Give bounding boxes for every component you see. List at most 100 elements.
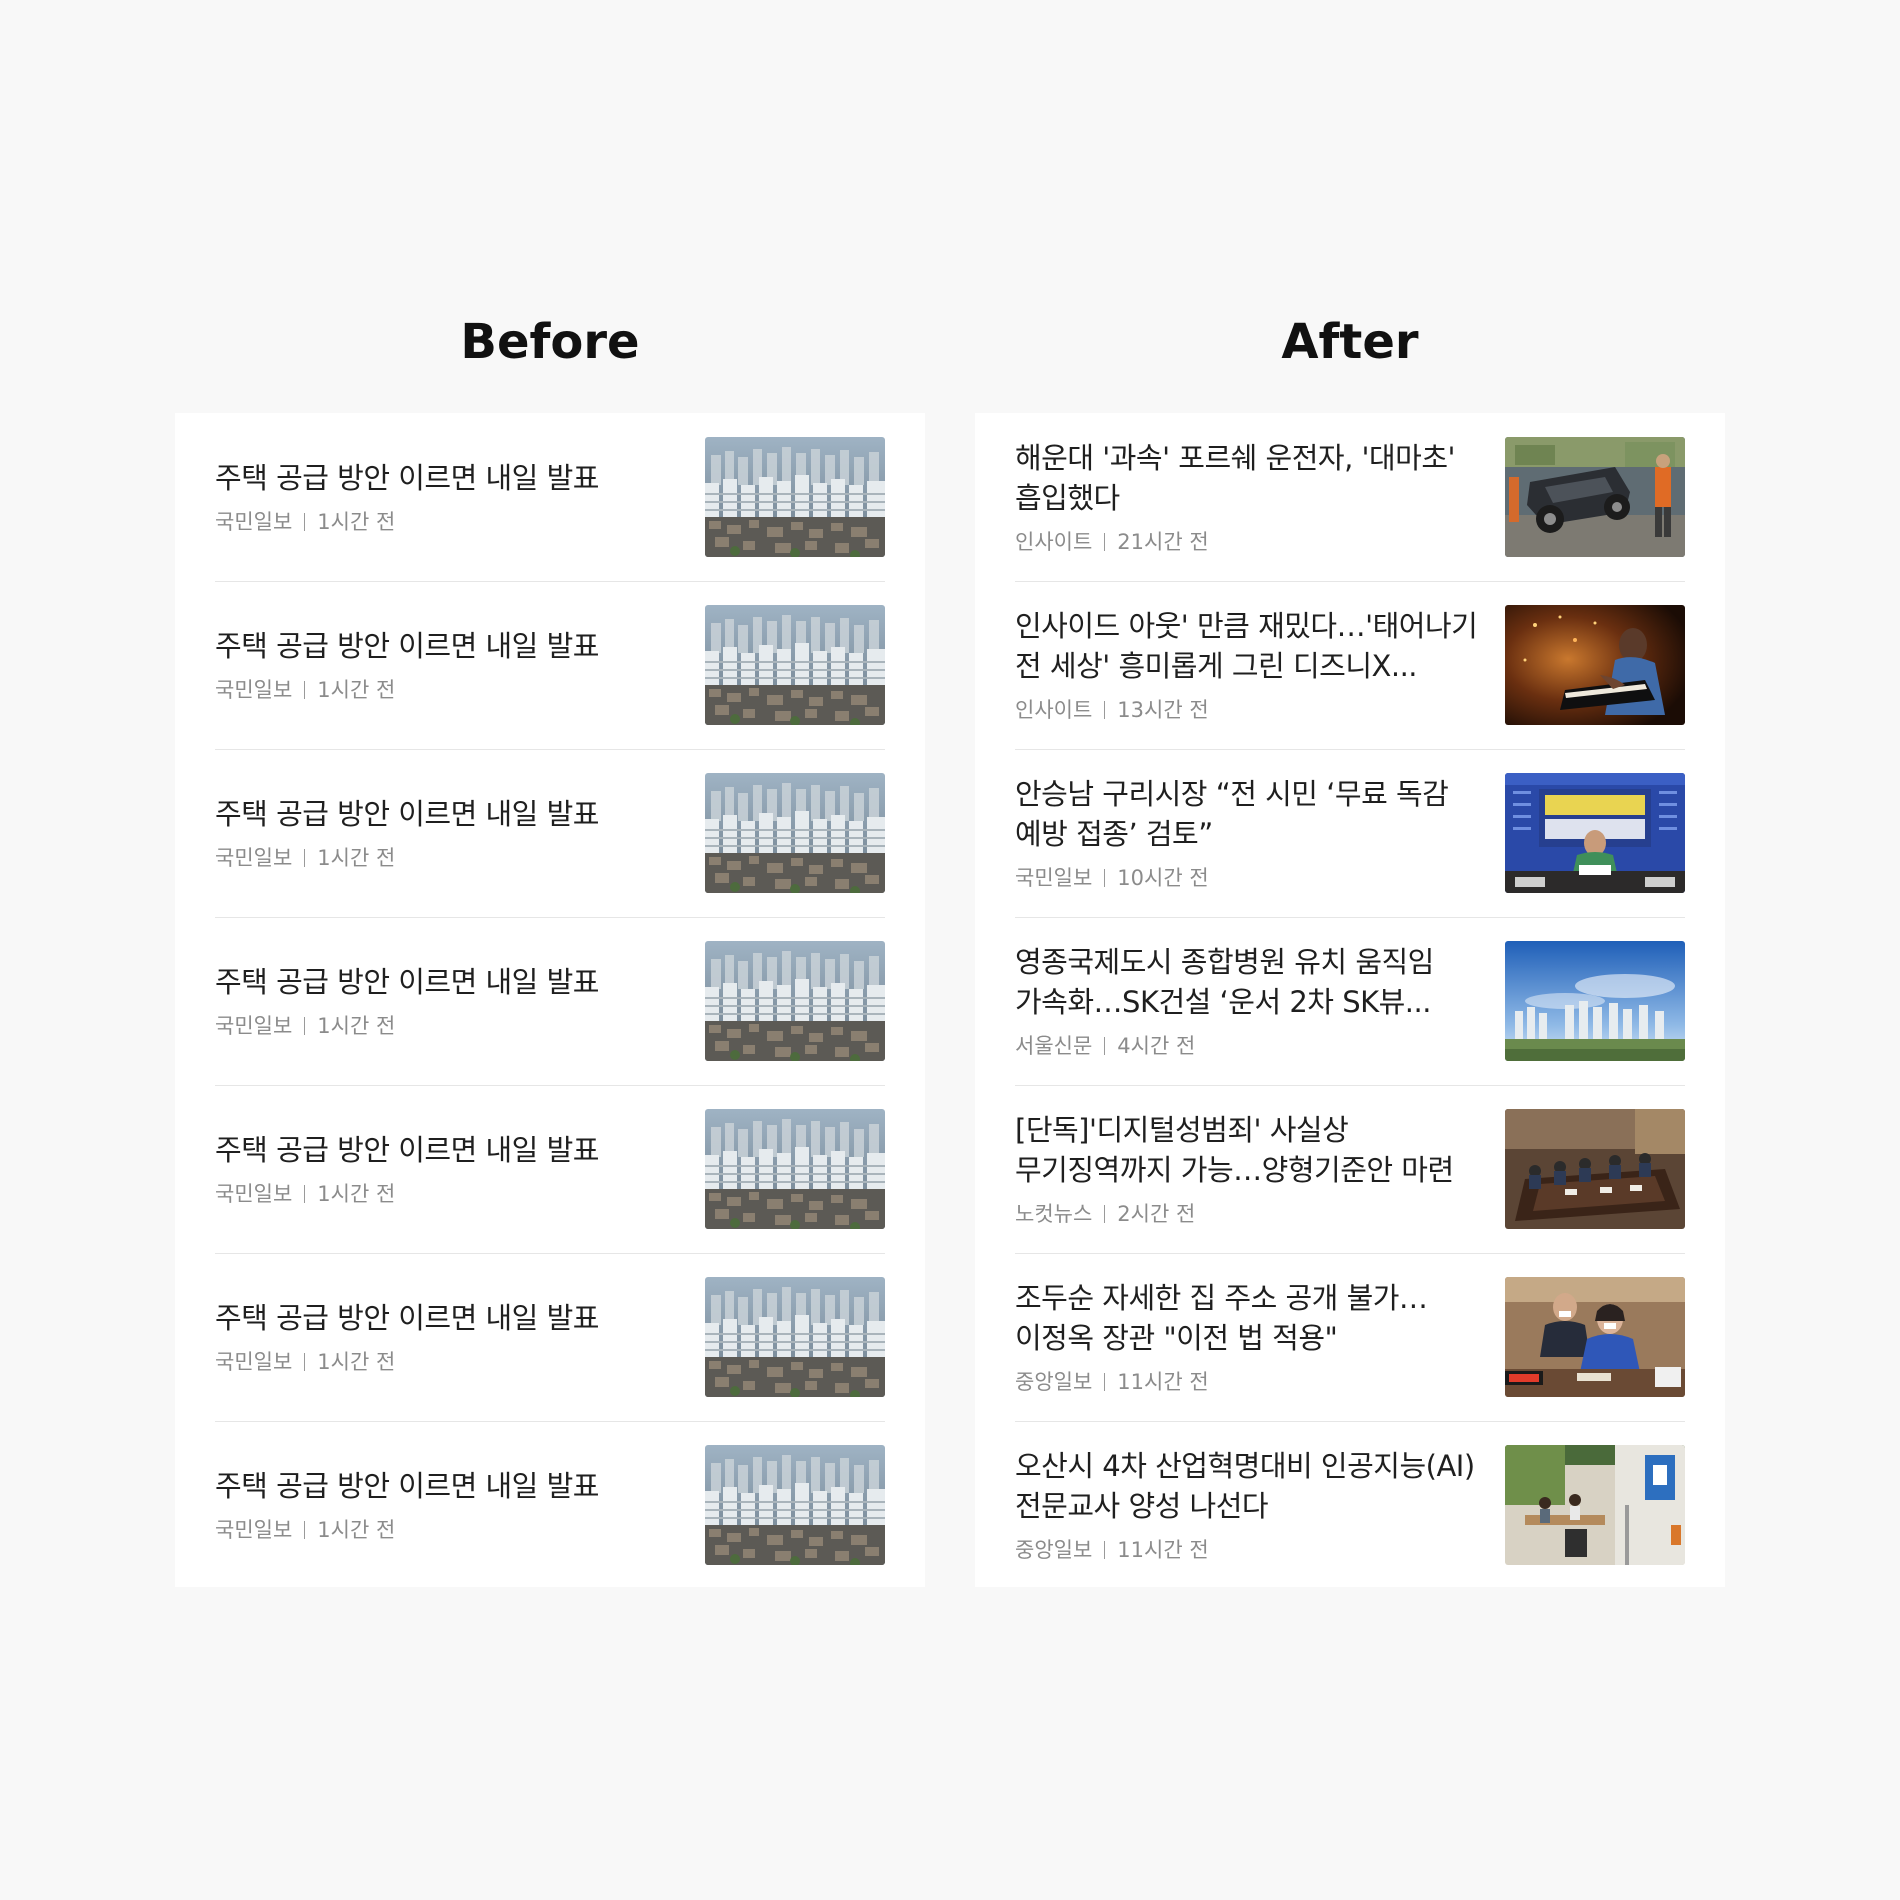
news-time: 21시간 전 — [1117, 530, 1209, 554]
news-list-item[interactable]: 주택 공급 방안 이르면 내일 발표 국민일보 1시간 전 — [215, 1421, 885, 1589]
news-time: 1시간 전 — [317, 1518, 396, 1542]
news-meta: 중앙일보 11시간 전 — [1015, 1536, 1485, 1564]
news-list-item[interactable]: [단독]'디지털성범죄' 사실상 무기징역까지 가능…양형기준안 마련 노컷뉴스… — [1015, 1085, 1685, 1253]
news-time: 1시간 전 — [317, 510, 396, 534]
news-source: 국민일보 — [215, 510, 293, 534]
news-time: 11시간 전 — [1117, 1370, 1209, 1394]
apartment-city-thumbnail[interactable] — [705, 605, 885, 725]
news-source: 노컷뉴스 — [1015, 1202, 1093, 1226]
news-list-item[interactable]: 주택 공급 방안 이르면 내일 발표 국민일보 1시간 전 — [215, 413, 885, 581]
meta-separator — [1104, 869, 1106, 887]
apartment-city-thumbnail[interactable] — [705, 1277, 885, 1397]
piano-animation-thumbnail[interactable] — [1505, 605, 1685, 725]
news-headline[interactable]: 주택 공급 방안 이르면 내일 발표 — [215, 1298, 685, 1338]
news-meta: 국민일보 1시간 전 — [215, 1012, 685, 1040]
meta-separator — [304, 681, 306, 699]
news-meta: 국민일보 1시간 전 — [215, 1516, 685, 1544]
news-list-item[interactable]: 주택 공급 방안 이르면 내일 발표 국민일보 1시간 전 — [215, 917, 885, 1085]
classroom-thumbnail[interactable] — [1505, 1445, 1685, 1565]
apartment-city-thumbnail[interactable] — [705, 1445, 885, 1565]
news-time: 10시간 전 — [1117, 866, 1209, 890]
meta-separator — [1104, 1373, 1106, 1391]
news-text: [단독]'디지털성범죄' 사실상 무기징역까지 가능…양형기준안 마련 노컷뉴스… — [1015, 1085, 1485, 1253]
news-text: 주택 공급 방안 이르면 내일 발표 국민일보 1시간 전 — [215, 1253, 685, 1421]
news-list-item[interactable]: 주택 공급 방안 이르면 내일 발표 국민일보 1시간 전 — [215, 749, 885, 917]
apartment-city-thumbnail[interactable] — [705, 1109, 885, 1229]
news-list-item[interactable]: 영종국제도시 종합병원 유치 움직임 가속화…SK건설 ‘운서 2차 SK뷰..… — [1015, 917, 1685, 1085]
news-text: 영종국제도시 종합병원 유치 움직임 가속화…SK건설 ‘운서 2차 SK뷰..… — [1015, 917, 1485, 1085]
meta-separator — [304, 1521, 306, 1539]
news-text: 인사이드 아웃' 만큼 재밌다…'태어나기 전 세상' 흥미롭게 그린 디즈니X… — [1015, 581, 1485, 749]
news-headline[interactable]: [단독]'디지털성범죄' 사실상 무기징역까지 가능…양형기준안 마련 — [1015, 1110, 1485, 1190]
news-headline[interactable]: 주택 공급 방안 이르면 내일 발표 — [215, 1130, 685, 1170]
comparison-stage: Before After 주택 공급 방안 이르면 내일 발표 국민일보 1시간 … — [0, 0, 1900, 1900]
news-meta: 노컷뉴스 2시간 전 — [1015, 1200, 1485, 1228]
meta-separator — [1104, 1205, 1106, 1223]
news-source: 국민일보 — [215, 678, 293, 702]
news-meta: 국민일보 10시간 전 — [1015, 864, 1485, 892]
after-news-list-panel: 해운대 '과속' 포르쉐 운전자, '대마초' 흡입했다 인사이트 21시간 전 — [975, 413, 1725, 1587]
news-meta: 인사이트 13시간 전 — [1015, 696, 1485, 724]
news-headline[interactable]: 인사이드 아웃' 만큼 재밌다…'태어나기 전 세상' 흥미롭게 그린 디즈니X… — [1015, 606, 1485, 686]
news-list-item[interactable]: 인사이드 아웃' 만큼 재밌다…'태어나기 전 세상' 흥미롭게 그린 디즈니X… — [1015, 581, 1685, 749]
news-headline[interactable]: 오산시 4차 산업혁명대비 인공지능(AI) 전문교사 양성 나선다 — [1015, 1446, 1485, 1526]
minister-hearing-thumbnail[interactable] — [1505, 1277, 1685, 1397]
news-headline[interactable]: 주택 공급 방안 이르면 내일 발표 — [215, 626, 685, 666]
before-column-title: Before — [460, 314, 640, 370]
news-text: 조두순 자세한 집 주소 공개 불가…이정옥 장관 "이전 법 적용" 중앙일보… — [1015, 1253, 1485, 1421]
apartment-city-thumbnail[interactable] — [705, 437, 885, 557]
news-list-item[interactable]: 주택 공급 방안 이르면 내일 발표 국민일보 1시간 전 — [215, 1085, 885, 1253]
news-list-item[interactable]: 조두순 자세한 집 주소 공개 불가…이정옥 장관 "이전 법 적용" 중앙일보… — [1015, 1253, 1685, 1421]
news-headline[interactable]: 주택 공급 방안 이르면 내일 발표 — [215, 794, 685, 834]
meta-separator — [1104, 1037, 1106, 1055]
meeting-room-thumbnail[interactable] — [1505, 1109, 1685, 1229]
news-meta: 국민일보 1시간 전 — [215, 1348, 685, 1376]
car-crash-thumbnail[interactable] — [1505, 437, 1685, 557]
news-text: 주택 공급 방안 이르면 내일 발표 국민일보 1시간 전 — [215, 581, 685, 749]
press-conference-thumbnail[interactable] — [1505, 773, 1685, 893]
meta-separator — [1104, 701, 1106, 719]
before-news-list-panel: 주택 공급 방안 이르면 내일 발표 국민일보 1시간 전 주택 공급 방안 이르… — [175, 413, 925, 1587]
meta-separator — [1104, 533, 1106, 551]
meta-separator — [304, 1017, 306, 1035]
news-source: 국민일보 — [215, 1014, 293, 1038]
news-meta: 서울신문 4시간 전 — [1015, 1032, 1485, 1060]
meta-separator — [304, 849, 306, 867]
news-source: 서울신문 — [1015, 1034, 1093, 1058]
news-headline[interactable]: 해운대 '과속' 포르쉐 운전자, '대마초' 흡입했다 — [1015, 438, 1485, 518]
news-meta: 국민일보 1시간 전 — [215, 508, 685, 536]
news-time: 1시간 전 — [317, 1350, 396, 1374]
news-meta: 국민일보 1시간 전 — [215, 676, 685, 704]
news-meta: 중앙일보 11시간 전 — [1015, 1368, 1485, 1396]
news-headline[interactable]: 주택 공급 방안 이르면 내일 발표 — [215, 962, 685, 1002]
news-headline[interactable]: 영종국제도시 종합병원 유치 움직임 가속화…SK건설 ‘운서 2차 SK뷰..… — [1015, 942, 1485, 1022]
news-time: 1시간 전 — [317, 1182, 396, 1206]
news-source: 인사이트 — [1015, 530, 1093, 554]
news-headline[interactable]: 주택 공급 방안 이르면 내일 발표 — [215, 1466, 685, 1506]
news-text: 주택 공급 방안 이르면 내일 발표 국민일보 1시간 전 — [215, 917, 685, 1085]
news-list-item[interactable]: 주택 공급 방안 이르면 내일 발표 국민일보 1시간 전 — [215, 1253, 885, 1421]
apartment-skyline-thumbnail[interactable] — [1505, 941, 1685, 1061]
news-list-item[interactable]: 해운대 '과속' 포르쉐 운전자, '대마초' 흡입했다 인사이트 21시간 전 — [1015, 413, 1685, 581]
news-source: 국민일보 — [215, 846, 293, 870]
news-headline[interactable]: 주택 공급 방안 이르면 내일 발표 — [215, 458, 685, 498]
news-source: 국민일보 — [215, 1350, 293, 1374]
news-source: 인사이트 — [1015, 698, 1093, 722]
news-list-item[interactable]: 오산시 4차 산업혁명대비 인공지능(AI) 전문교사 양성 나선다 중앙일보 1… — [1015, 1421, 1685, 1589]
news-source: 중앙일보 — [1015, 1538, 1093, 1562]
meta-separator — [304, 513, 306, 531]
news-time: 1시간 전 — [317, 1014, 396, 1038]
news-list-item[interactable]: 주택 공급 방안 이르면 내일 발표 국민일보 1시간 전 — [215, 581, 885, 749]
news-time: 13시간 전 — [1117, 698, 1209, 722]
news-time: 4시간 전 — [1117, 1034, 1196, 1058]
meta-separator — [304, 1185, 306, 1203]
news-source: 국민일보 — [215, 1182, 293, 1206]
news-source: 중앙일보 — [1015, 1370, 1093, 1394]
news-headline[interactable]: 안승남 구리시장 “전 시민 ‘무료 독감 예방 접종’ 검토” — [1015, 774, 1485, 854]
meta-separator — [1104, 1541, 1106, 1559]
news-list-item[interactable]: 안승남 구리시장 “전 시민 ‘무료 독감 예방 접종’ 검토” 국민일보 10시… — [1015, 749, 1685, 917]
apartment-city-thumbnail[interactable] — [705, 773, 885, 893]
news-headline[interactable]: 조두순 자세한 집 주소 공개 불가…이정옥 장관 "이전 법 적용" — [1015, 1278, 1485, 1358]
apartment-city-thumbnail[interactable] — [705, 941, 885, 1061]
news-source: 국민일보 — [215, 1518, 293, 1542]
